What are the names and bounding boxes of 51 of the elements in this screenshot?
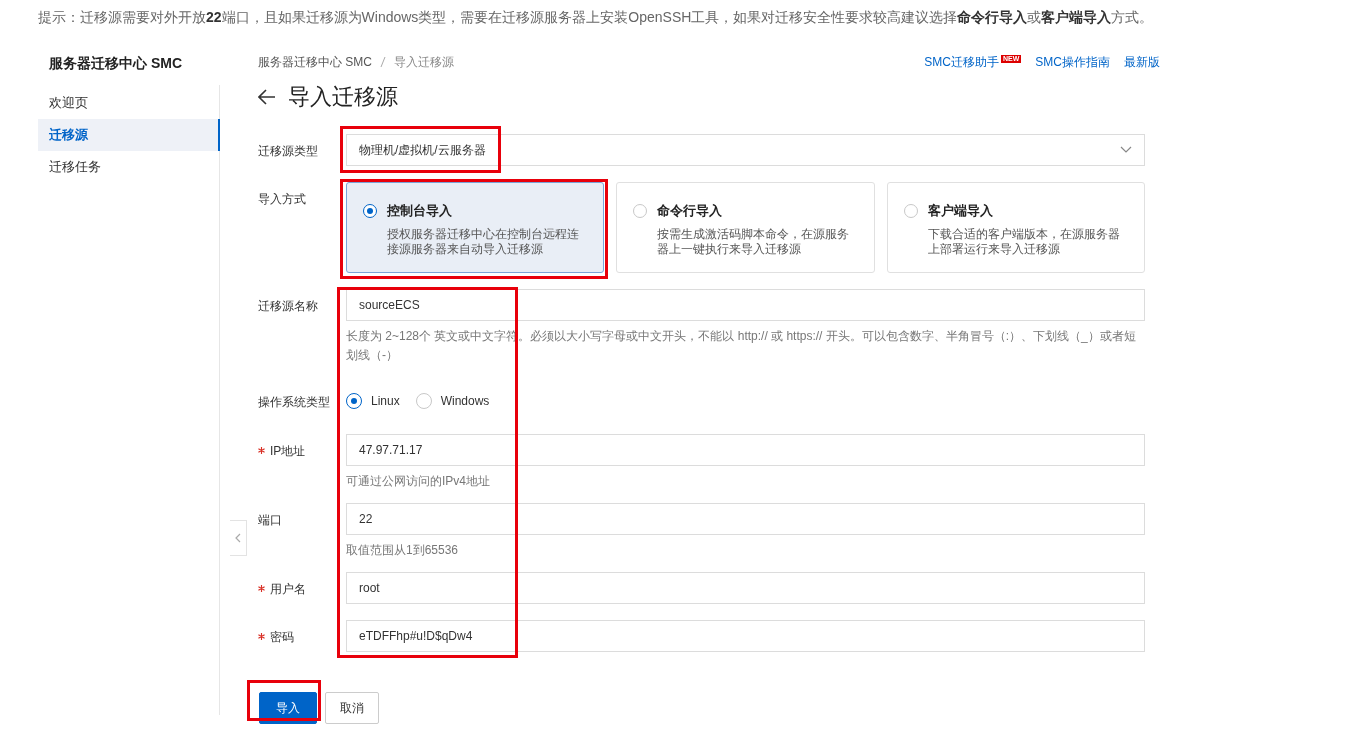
method-card[interactable]: 控制台导入 授权服务器迁移中心在控制台远程连接源服务器来自动导入迁移源 — [346, 182, 605, 273]
sidebar-item[interactable]: 迁移任务 — [38, 151, 219, 183]
card-title: 客户端导入 — [927, 202, 994, 220]
notice-text: 提示：迁移源需要对外开放22端口，且如果迁移源为Windows类型，需要在迁移源服务器上安装OpenSSH工具，如果对迁移安全性要求较高建议选择命令行导入或客户端导入方式。 — [37, 8, 1155, 27]
field-label: 端口 — [258, 512, 282, 529]
field-label: 迁移源类型 — [258, 143, 318, 160]
required-icon — [258, 447, 265, 454]
help-text: 可通过公网访问的IPv4地址 — [346, 473, 491, 490]
cancel-button[interactable]: 取消 — [325, 692, 379, 724]
card-description: 按需生成激活码脚本命令，在源服务器上一键执行来导入迁移源 — [657, 227, 851, 257]
radio-label: Windows — [440, 394, 490, 408]
input-field[interactable]: sourceECS — [346, 289, 1145, 321]
method-card[interactable]: 客户端导入 下载合适的客户端版本，在源服务器上部署运行来导入迁移源 — [886, 182, 1145, 273]
radio-button[interactable] — [903, 204, 918, 218]
field-label: IP地址 — [270, 443, 306, 460]
field-label: 导入方式 — [258, 191, 306, 208]
input-field[interactable]: 22 — [346, 503, 1145, 535]
back-arrow-icon[interactable] — [258, 89, 276, 105]
radio-label: Linux — [371, 394, 400, 408]
input-field[interactable]: root — [346, 572, 1145, 604]
chevron-left-icon — [235, 533, 241, 543]
radio-button[interactable] — [346, 393, 362, 409]
sidebar-item[interactable]: 欢迎页 — [38, 87, 219, 119]
card-title: 命令行导入 — [657, 202, 724, 220]
card-title: 控制台导入 — [387, 202, 453, 220]
header-link[interactable]: SMC操作指南 — [1035, 53, 1110, 71]
collapse-handle[interactable] — [230, 520, 247, 556]
radio-button[interactable] — [363, 204, 377, 218]
card-description: 授权服务器迁移中心在控制台远程连接源服务器来自动导入迁移源 — [387, 227, 580, 257]
input-field[interactable]: 47.97.71.17 — [346, 434, 1145, 466]
chevron-down-icon — [1120, 146, 1132, 154]
input-field[interactable]: eTDFFhp#u!D$qDw4 — [346, 620, 1145, 652]
field-label: 操作系统类型 — [258, 394, 330, 411]
radio-button[interactable] — [633, 204, 648, 218]
required-icon — [258, 585, 265, 592]
breadcrumb-link[interactable]: 服务器迁移中心 SMC — [258, 53, 372, 71]
help-text: 取值范围从1到65536 — [346, 542, 460, 559]
method-card[interactable]: 命令行导入 按需生成激活码脚本命令，在源服务器上一键执行来导入迁移源 — [616, 182, 875, 273]
field-label: 密码 — [270, 629, 294, 646]
card-description: 下载合适的客户端版本，在源服务器上部署运行来导入迁移源 — [927, 227, 1121, 257]
radio-button[interactable] — [415, 393, 432, 409]
sidebar-item[interactable]: 迁移源 — [38, 119, 220, 151]
field-label: 用户名 — [270, 581, 306, 598]
type-select[interactable]: 物理机/虚拟机/云服务器 — [346, 134, 1145, 166]
app-title: 服务器迁移中心 SMC — [48, 54, 183, 73]
required-icon — [258, 633, 265, 640]
breadcrumb-separator — [380, 56, 386, 68]
breadcrumb-current: 导入迁移源 — [394, 53, 454, 71]
header-link[interactable]: 最新版 — [1124, 53, 1160, 71]
page-title: 导入迁移源 — [288, 83, 398, 111]
field-label: 迁移源名称 — [258, 298, 318, 315]
